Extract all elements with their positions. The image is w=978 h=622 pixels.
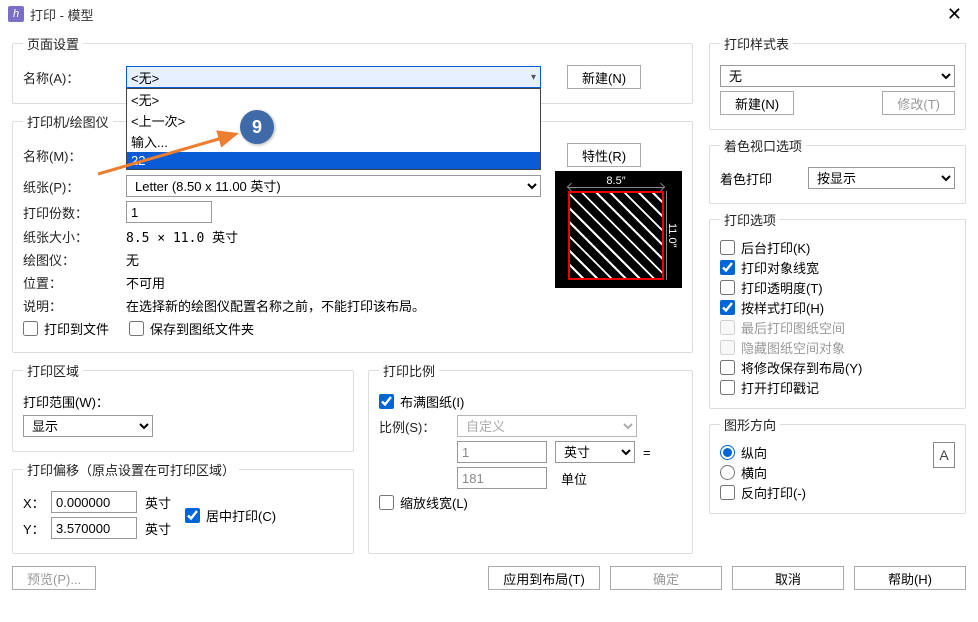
group-plot-style: 打印样式表 无 新建(N) 修改(T)	[709, 34, 966, 130]
ratio-select[interactable]: 自定义	[457, 415, 637, 437]
opt-stamp-checkbox[interactable]: 打开打印戳记	[720, 378, 819, 397]
scale-num2-input[interactable]	[457, 467, 547, 489]
group-options: 打印选项 后台打印(K) 打印对象线宽 打印透明度(T) 按样式打印(H) 最后…	[709, 210, 966, 409]
print-to-file-checkbox[interactable]: 打印到文件	[23, 319, 109, 338]
save-to-sheets-checkbox[interactable]: 保存到图纸文件夹	[129, 319, 254, 338]
fit-to-paper-checkbox[interactable]: 布满图纸(I)	[379, 392, 464, 411]
legend-options: 打印选项	[720, 210, 780, 229]
app-icon: h	[8, 6, 24, 22]
help-button[interactable]: 帮助(H)	[854, 566, 966, 590]
cancel-button[interactable]: 取消	[732, 566, 844, 590]
orient-portrait-radio[interactable]: 纵向	[720, 443, 767, 462]
preview-height: 11.0″	[666, 191, 678, 280]
legend-orient: 图形方向	[720, 415, 780, 434]
eq-label: =	[643, 445, 651, 460]
opt-save-checkbox[interactable]: 将修改保存到布局(Y)	[720, 358, 862, 377]
shade-select[interactable]: 按显示	[808, 167, 955, 189]
label-ratio: 比例(S)：	[379, 417, 449, 436]
plot-style-select[interactable]: 无	[720, 65, 955, 87]
window-title: 打印 - 模型	[30, 5, 94, 24]
orientation-icon: A	[933, 442, 955, 468]
preview-button[interactable]: 预览(P)...	[12, 566, 96, 590]
legend-offset: 打印偏移（原点设置在可打印区域）	[23, 460, 239, 479]
label-y: Y：	[23, 519, 43, 538]
label-printer-name: 名称(M)：	[23, 146, 118, 165]
page-name-dropdown-list[interactable]: <无> <上一次> 输入... 22	[126, 88, 541, 170]
annotation-number: 9	[240, 110, 274, 144]
edit-style-button[interactable]: 修改(T)	[882, 91, 955, 115]
orient-landscape-radio[interactable]: 横向	[720, 463, 767, 482]
paper-preview: 8.5″ 11.0″	[555, 171, 682, 288]
plotter-value: 无	[126, 250, 139, 269]
scale-unit2-label: 单位	[555, 469, 635, 488]
unit-x: 英寸	[145, 493, 171, 512]
page-name-selected: <无>	[131, 68, 159, 87]
apply-to-layout-button[interactable]: 应用到布局(T)	[488, 566, 600, 590]
unit-y: 英寸	[145, 519, 171, 538]
center-print-checkbox[interactable]: 居中打印(C)	[185, 506, 276, 525]
chevron-down-icon: ▾	[531, 72, 536, 83]
group-shade: 着色视口选项 着色打印 按显示	[709, 136, 966, 204]
footer: 预览(P)... 应用到布局(T) 确定 取消 帮助(H)	[0, 560, 978, 600]
printer-properties-button[interactable]: 特性(R)	[567, 143, 641, 167]
legend-area: 打印区域	[23, 361, 83, 380]
label-paper-size: 纸张大小：	[23, 227, 118, 246]
page-name-option[interactable]: 22	[127, 152, 540, 169]
preview-width: 8.5″	[568, 175, 664, 188]
orient-reverse-checkbox[interactable]: 反向打印(-)	[720, 483, 806, 502]
desc-value: 在选择新的绘图仪配置名称之前，不能打印该布局。	[126, 296, 425, 315]
group-offset: 打印偏移（原点设置在可打印区域） X： 英寸 Y： 英寸	[12, 460, 354, 554]
page-name-option[interactable]: <上一次>	[127, 110, 540, 131]
scale-num1-input[interactable]	[457, 441, 547, 463]
legend-shade: 着色视口选项	[720, 136, 806, 155]
opt-hide-checkbox: 隐藏图纸空间对象	[720, 338, 845, 357]
group-page-setup: 页面设置 名称(A)： <无> ▾ <无> <上一次> 输入... 22 新建(…	[12, 34, 693, 104]
legend-scale: 打印比例	[379, 361, 439, 380]
range-select[interactable]: 显示	[23, 415, 153, 437]
label-desc: 说明：	[23, 296, 118, 315]
preview-printable-area	[568, 191, 664, 280]
offset-x-input[interactable]	[51, 491, 137, 513]
page-name-option[interactable]: <无>	[127, 89, 540, 110]
label-page-name: 名称(A)：	[23, 68, 118, 87]
legend-style: 打印样式表	[720, 34, 793, 53]
offset-y-input[interactable]	[51, 517, 137, 539]
opt-lw-checkbox[interactable]: 打印对象线宽	[720, 258, 819, 277]
opt-tr-checkbox[interactable]: 打印透明度(T)	[720, 278, 823, 297]
page-name-dropdown[interactable]: <无> ▾	[126, 66, 541, 88]
legend-printer: 打印机/绘图仪	[23, 112, 113, 131]
opt-last-checkbox: 最后打印图纸空间	[720, 318, 845, 337]
legend-page-setup: 页面设置	[23, 34, 83, 53]
opt-style-checkbox[interactable]: 按样式打印(H)	[720, 298, 824, 317]
label-copies: 打印份数：	[23, 203, 118, 222]
ok-button[interactable]: 确定	[610, 566, 722, 590]
label-range: 打印范围(W)：	[23, 392, 109, 411]
label-plotter: 绘图仪：	[23, 250, 118, 269]
titlebar: h 打印 - 模型 ✕	[0, 0, 978, 28]
scale-unit1-select[interactable]: 英寸	[555, 441, 635, 463]
label-location: 位置：	[23, 273, 118, 292]
label-x: X：	[23, 493, 43, 512]
close-icon[interactable]: ✕	[939, 4, 970, 25]
opt-bg-checkbox[interactable]: 后台打印(K)	[720, 238, 810, 257]
label-paper: 纸张(P)：	[23, 177, 118, 196]
new-page-setup-button[interactable]: 新建(N)	[567, 65, 641, 89]
paper-select[interactable]: Letter (8.50 x 11.00 英寸)	[126, 175, 541, 197]
group-scale: 打印比例 布满图纸(I) 比例(S)： 自定义 英寸 = 单位	[368, 361, 693, 554]
new-style-button[interactable]: 新建(N)	[720, 91, 794, 115]
location-value: 不可用	[126, 273, 165, 292]
scale-lineweight-checkbox[interactable]: 缩放线宽(L)	[379, 493, 468, 512]
label-shade: 着色打印	[720, 169, 800, 188]
paper-size-value: 8.5 × 11.0 英寸	[126, 227, 238, 246]
group-orientation: 图形方向 纵向 横向 反向打印(-) A	[709, 415, 966, 514]
copies-input[interactable]	[126, 201, 212, 223]
page-name-option[interactable]: 输入...	[127, 131, 540, 152]
group-print-area: 打印区域 打印范围(W)： 显示	[12, 361, 354, 452]
